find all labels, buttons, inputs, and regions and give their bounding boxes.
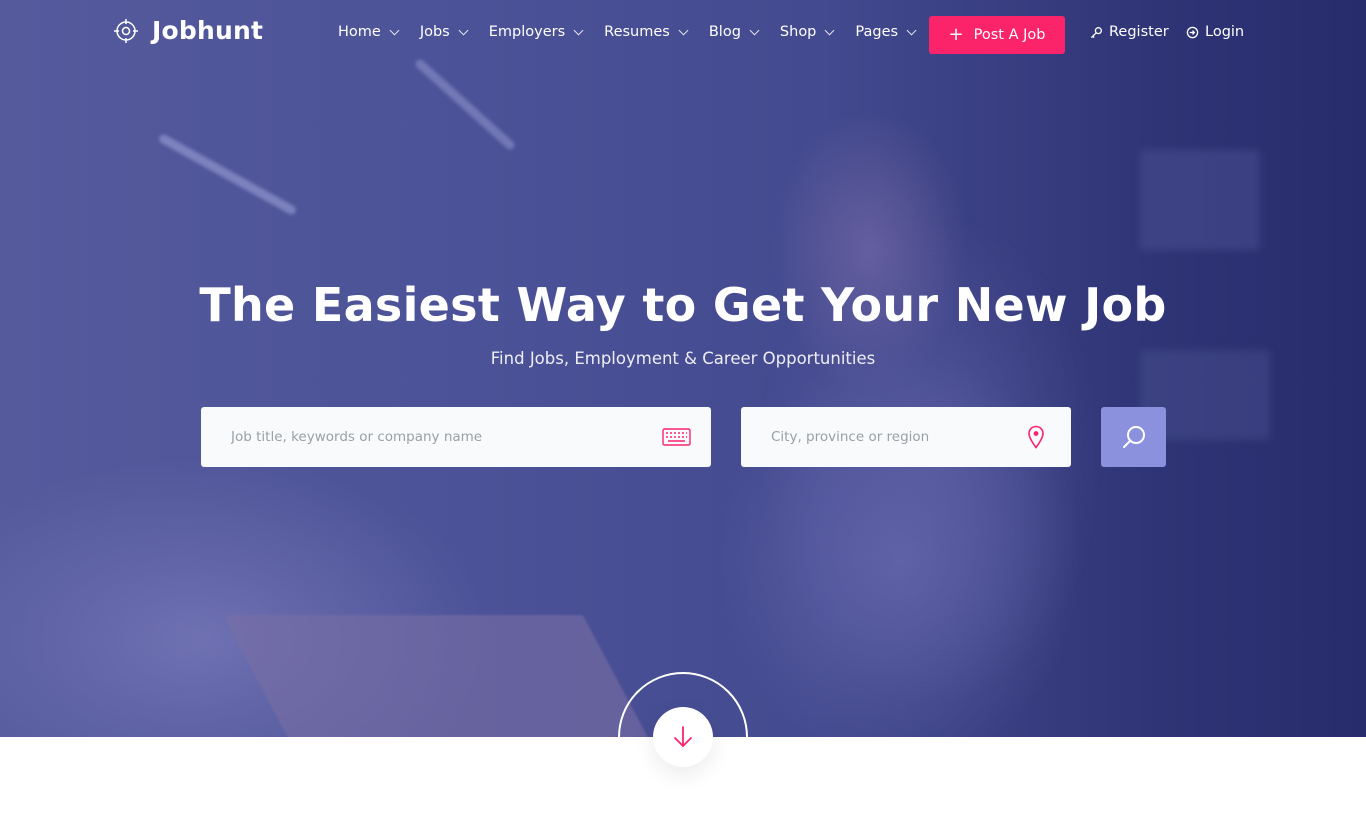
nav-item-resumes[interactable]: Resumes [604, 24, 689, 40]
nav-item-blog[interactable]: Blog [708, 24, 760, 40]
key-icon [1090, 26, 1102, 38]
nav-item-label: Pages [855, 24, 899, 40]
hero-subtitle: Find Jobs, Employment & Career Opportuni… [490, 349, 876, 368]
nav-item-label: Employers [488, 24, 566, 40]
nav-item-label: Home [338, 24, 381, 40]
keyboard-icon [662, 428, 691, 446]
nav-item-shop[interactable]: Shop [779, 24, 835, 40]
register-label: Register [1109, 24, 1169, 40]
nav-item-jobs[interactable]: Jobs [419, 24, 469, 40]
search-button[interactable] [1101, 407, 1166, 467]
keyword-field [201, 407, 711, 467]
login-link[interactable]: Login [1186, 24, 1244, 40]
nav-item-label: Blog [708, 24, 741, 40]
brand-name: Jobhunt [152, 16, 264, 45]
post-job-button[interactable]: + Post A Job [929, 16, 1065, 54]
login-icon [1186, 26, 1199, 38]
map-pin-icon [1027, 425, 1045, 450]
hero-background-laptop [222, 615, 658, 737]
hero-section [0, 0, 1366, 737]
chevron-down-icon [573, 25, 584, 36]
nav-item-label: Shop [779, 24, 817, 40]
hero-background-light [157, 132, 298, 217]
chevron-down-icon [678, 25, 689, 36]
nav-item-pages[interactable]: Pages [855, 24, 917, 40]
chevron-down-icon [749, 25, 760, 36]
chevron-down-icon [458, 25, 469, 36]
arrow-down-icon [674, 726, 692, 748]
main-nav: Home Jobs Employers Resumes Blog Shop Pa… [338, 24, 937, 40]
chevron-down-icon [906, 25, 917, 36]
register-link[interactable]: Register [1090, 24, 1169, 40]
post-job-label: Post A Job [973, 27, 1046, 43]
nav-item-label: Jobs [419, 24, 450, 40]
search-icon [1122, 426, 1145, 448]
site-header: Jobhunt Home Jobs Employers Resumes Blog… [0, 0, 1366, 68]
nav-item-home[interactable]: Home [338, 24, 400, 40]
crosshair-target-icon [113, 18, 139, 44]
hero-title: The Easiest Way to Get Your New Job [199, 278, 1167, 332]
hero-background-window [1140, 150, 1260, 250]
hero-background-light [413, 57, 517, 152]
keyword-input[interactable] [201, 407, 711, 467]
plus-icon: + [948, 24, 964, 45]
nav-item-label: Resumes [604, 24, 670, 40]
location-input[interactable] [741, 407, 1071, 467]
brand-logo[interactable]: Jobhunt [113, 16, 263, 45]
nav-item-employers[interactable]: Employers [488, 24, 584, 40]
scroll-down-button[interactable] [653, 707, 713, 767]
chevron-down-icon [389, 25, 400, 36]
login-label: Login [1205, 24, 1245, 40]
location-field [741, 407, 1071, 467]
chevron-down-icon [824, 25, 835, 36]
